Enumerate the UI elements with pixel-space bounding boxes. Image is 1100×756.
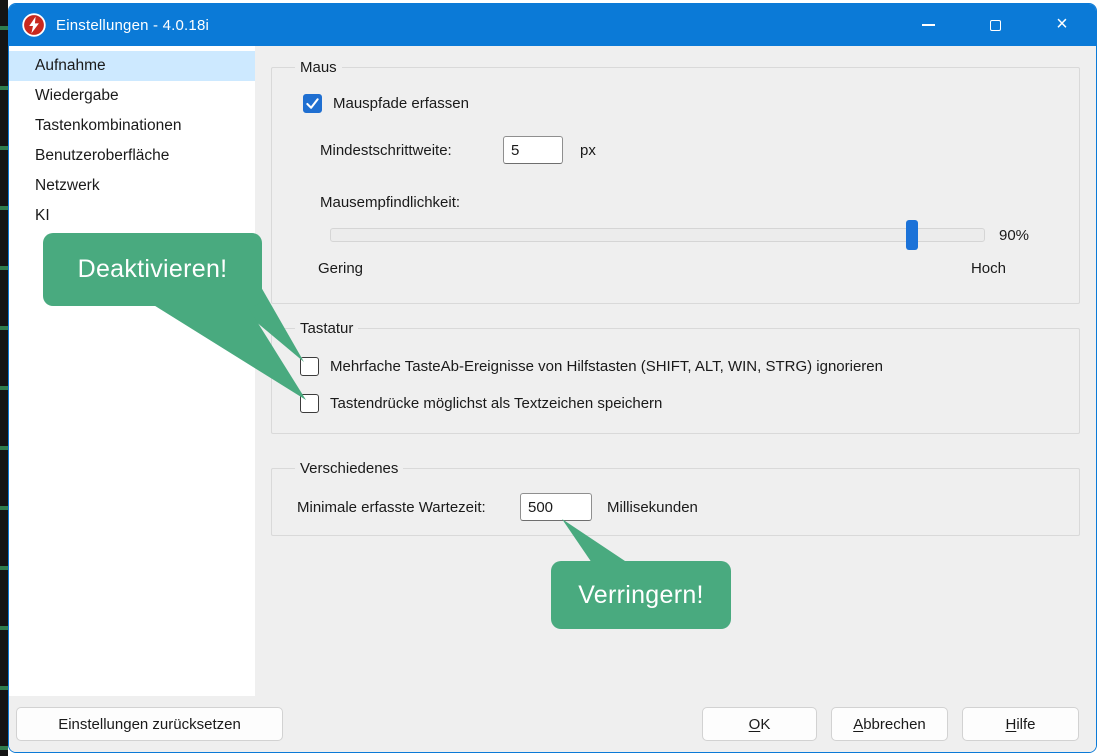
maximize-button[interactable] [972, 4, 1018, 46]
sidebar-item-aufnahme[interactable]: Aufnahme [9, 51, 255, 81]
help-label: Hilfe [1005, 716, 1035, 733]
textzeichen-checkbox[interactable] [300, 394, 319, 413]
mausempfindlichkeit-label: Mausempfindlichkeit: [320, 194, 460, 211]
desktop: Einstellungen - 4.0.18i × Aufnahme Wiede… [0, 0, 1100, 756]
mindestschrittweite-unit: px [580, 142, 596, 159]
cancel-button[interactable]: Abbrechen [831, 707, 948, 741]
dialog-footer: Einstellungen zurücksetzen OK Abbrechen … [9, 696, 1096, 752]
sidebar-item-benutzeroberflaeche[interactable]: Benutzeroberfläche [9, 141, 255, 171]
deaktivieren-text: Deaktivieren! [78, 255, 228, 284]
check-icon [305, 96, 320, 111]
group-tastatur-legend: Tastatur [295, 320, 358, 337]
group-tastatur: Tastatur Mehrfache TasteAb-Ereignisse vo… [271, 320, 1080, 434]
settings-window: Einstellungen - 4.0.18i × Aufnahme Wiede… [8, 3, 1097, 753]
titlebar[interactable]: Einstellungen - 4.0.18i × [9, 4, 1096, 46]
verringern-text: Verringern! [578, 581, 704, 610]
sidebar: Aufnahme Wiedergabe Tastenkombinationen … [9, 46, 255, 696]
textzeichen-label: Tastendrücke möglichst als Textzeichen s… [330, 395, 662, 412]
sidebar-item-wiedergabe[interactable]: Wiedergabe [9, 81, 255, 111]
maximize-icon [990, 20, 1001, 31]
slider-value: 90% [999, 227, 1029, 244]
group-maus: Maus Mauspfade erfassen Mindestschrittwe… [271, 59, 1080, 304]
cancel-label: Abbrechen [853, 716, 926, 733]
sidebar-item-ki[interactable]: KI [9, 201, 255, 231]
minimize-icon [922, 24, 935, 26]
close-icon: × [1056, 13, 1068, 36]
deaktivieren-callout: Deaktivieren! [43, 233, 262, 306]
group-verschiedenes-legend: Verschiedenes [295, 460, 403, 477]
verringern-callout: Verringern! [551, 561, 731, 629]
help-button[interactable]: Hilfe [962, 707, 1079, 741]
app-lightning-icon [22, 13, 46, 37]
window-title: Einstellungen - 4.0.18i [56, 17, 209, 34]
ok-button[interactable]: OK [702, 707, 817, 741]
slider-min-label: Gering [318, 260, 363, 277]
mindestschrittweite-input[interactable] [503, 136, 563, 164]
ok-label: OK [749, 716, 771, 733]
tasteab-checkbox[interactable] [300, 357, 319, 376]
slider-track[interactable] [330, 228, 985, 242]
sidebar-item-netzwerk[interactable]: Netzwerk [9, 171, 255, 201]
sidebar-item-tastenkombinationen[interactable]: Tastenkombinationen [9, 111, 255, 141]
close-button[interactable]: × [1039, 4, 1085, 46]
minimize-button[interactable] [905, 4, 951, 46]
wartezeit-unit: Millisekunden [607, 499, 698, 516]
mauspfade-checkbox[interactable] [303, 94, 322, 113]
mausempfindlichkeit-slider[interactable] [330, 220, 985, 250]
background-window-edge [0, 0, 8, 756]
tasteab-label: Mehrfache TasteAb-Ereignisse von Hilfsta… [330, 358, 883, 375]
slider-max-label: Hoch [971, 260, 1006, 277]
group-maus-legend: Maus [295, 59, 342, 76]
reset-settings-label: Einstellungen zurücksetzen [58, 716, 241, 733]
wartezeit-label: Minimale erfasste Wartezeit: [297, 499, 520, 516]
slider-thumb[interactable] [906, 220, 918, 250]
mauspfade-label: Mauspfade erfassen [333, 95, 469, 112]
mindestschrittweite-label: Mindestschrittweite: [320, 142, 503, 159]
window-controls: × [905, 4, 1085, 46]
wartezeit-input[interactable] [520, 493, 592, 521]
reset-settings-button[interactable]: Einstellungen zurücksetzen [16, 707, 283, 741]
group-verschiedenes: Verschiedenes Minimale erfasste Wartezei… [271, 460, 1080, 536]
